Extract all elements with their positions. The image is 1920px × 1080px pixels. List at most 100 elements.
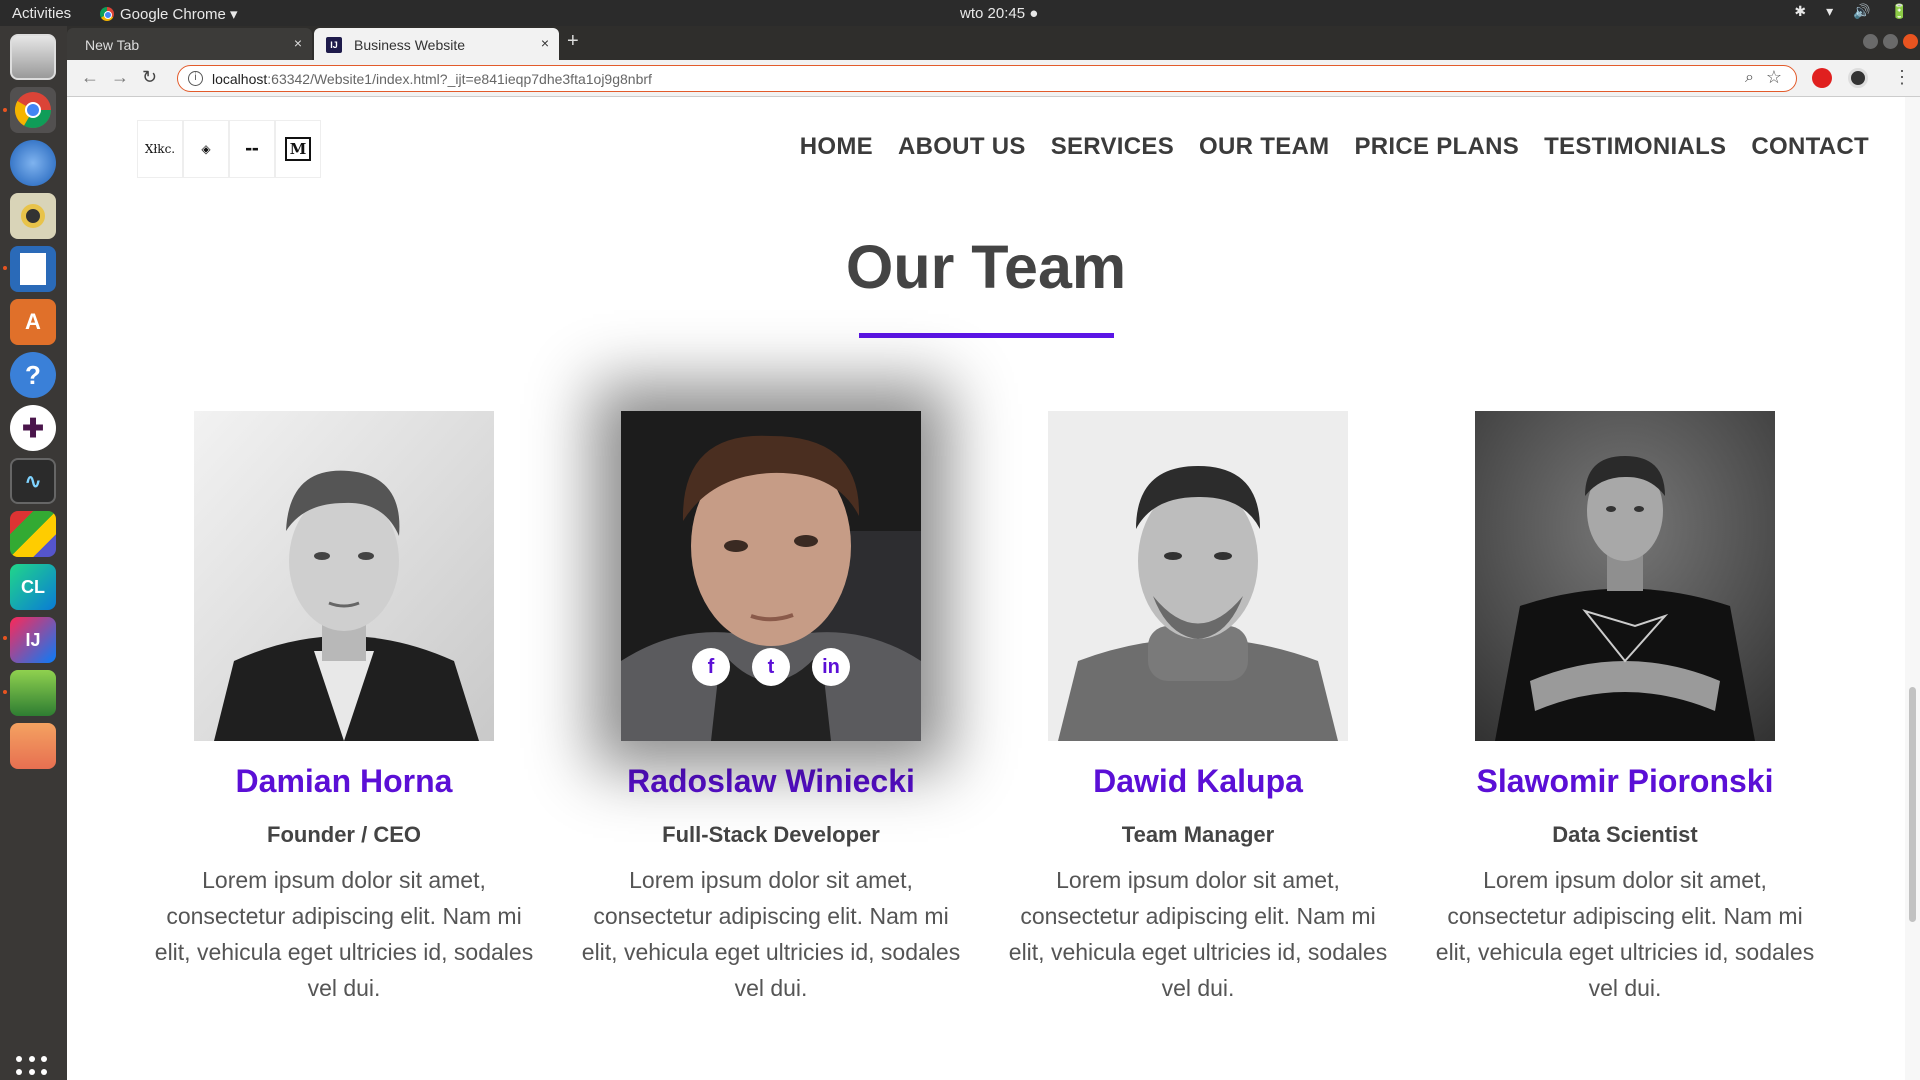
maximize-icon[interactable] <box>1883 34 1898 49</box>
slack-icon[interactable]: ✚ <box>10 405 56 451</box>
logo-2[interactable]: ◈ <box>183 120 229 178</box>
profile-avatar-icon[interactable] <box>1848 68 1868 88</box>
show-applications-icon[interactable] <box>16 1056 50 1080</box>
member-photo <box>194 411 494 741</box>
wifi-icon[interactable]: ▾ <box>1826 3 1833 20</box>
battery-icon[interactable]: 🔋 <box>1891 3 1908 20</box>
chrome-launcher-icon[interactable] <box>10 87 56 133</box>
intellij-icon[interactable]: IJ <box>10 617 56 663</box>
intellij-favicon-icon: IJ <box>326 37 342 53</box>
team-member-card: Damian Horna Founder / CEO Lorem ipsum d… <box>149 411 539 1006</box>
scrollbar-thumb[interactable] <box>1909 687 1916 922</box>
tab-new-tab[interactable]: New Tab × <box>67 28 312 60</box>
clion-icon[interactable]: CL <box>10 564 56 610</box>
help-icon[interactable]: ? <box>10 352 56 398</box>
running-indicator <box>3 108 7 112</box>
site-info-icon[interactable]: i <box>188 71 203 86</box>
system-tray[interactable]: ✱ ▾ 🔊 🔋 <box>1794 3 1908 20</box>
reload-icon[interactable]: ↻ <box>142 67 157 88</box>
bluetooth-icon[interactable]: ✱ <box>1794 3 1806 20</box>
thunderbird-icon[interactable] <box>10 140 56 186</box>
back-arrow-icon[interactable]: ← <box>81 67 99 88</box>
system-top-bar: Activities Google Chrome ▾ wto 20:45 ● ✱… <box>0 0 1920 26</box>
menu-kebab-icon[interactable]: ⋮ <box>1893 67 1911 88</box>
spreadsheet-icon[interactable] <box>10 670 56 716</box>
member-bio: Lorem ipsum dolor sit amet, consectetur … <box>1008 867 1388 1001</box>
browser-toolbar: ← → ↻ i localhost:63342/Website1/index.h… <box>67 60 1920 97</box>
member-bio: Lorem ipsum dolor sit amet, consectetur … <box>154 867 534 1001</box>
member-bio: Lorem ipsum dolor sit amet, consectetur … <box>581 867 961 1001</box>
files-cabinet-icon[interactable] <box>10 34 56 80</box>
member-role: Team Manager <box>1121 822 1275 847</box>
chrome-icon <box>100 7 114 21</box>
software-center-icon[interactable]: A <box>10 299 56 345</box>
browser-tab-strip: New Tab × IJ Business Website × + <box>67 26 1920 60</box>
nav-testimonials[interactable]: TESTIMONIALS <box>1544 133 1726 161</box>
nav-services[interactable]: SERVICES <box>1051 133 1174 161</box>
member-role: Full-Stack Developer <box>662 822 880 847</box>
address-bar[interactable]: i localhost:63342/Website1/index.html?_i… <box>177 65 1797 92</box>
page-viewport: Xłkc. ◈ ▬▬ M HOME ABOUT US SERVICES OUR … <box>67 97 1920 1080</box>
extension-icon[interactable] <box>1812 68 1832 88</box>
portrait-image <box>621 411 921 741</box>
colorful-app-icon[interactable] <box>10 511 56 557</box>
member-name: Radoslaw Winiecki <box>627 763 915 799</box>
forward-arrow-icon[interactable]: → <box>111 67 129 88</box>
section-title: Our Team <box>845 233 1127 301</box>
team-member-card-hovered[interactable]: f t in Radoslaw Winiecki Full-Stack Deve… <box>576 411 966 1006</box>
nav-price-plans[interactable]: PRICE PLANS <box>1354 133 1519 161</box>
running-indicator <box>3 266 7 270</box>
member-role: Data Scientist <box>1552 822 1698 847</box>
writer-icon[interactable] <box>10 246 56 292</box>
url-path: :63342/Website1/index.html?_ijt=e841ieqp… <box>267 71 652 87</box>
title-underline <box>859 333 1114 338</box>
running-indicator <box>3 690 7 694</box>
twitter-icon[interactable]: t <box>752 648 790 686</box>
tab-business-website[interactable]: IJ Business Website × <box>314 28 559 60</box>
page-scrollbar[interactable] <box>1905 97 1920 1080</box>
minimize-icon[interactable] <box>1863 34 1878 49</box>
portrait-image <box>1475 411 1775 741</box>
team-member-card: Dawid Kalupa Team Manager Lorem ipsum do… <box>1003 411 1393 1006</box>
launcher-dock: A ? ✚ ∿ CL IJ <box>0 26 67 1080</box>
nav-contact[interactable]: CONTACT <box>1751 133 1869 161</box>
close-icon[interactable]: × <box>294 35 302 51</box>
linkedin-icon[interactable]: in <box>812 648 850 686</box>
team-member-card: Slawomir Pioronski Data Scientist Lorem … <box>1430 411 1820 1006</box>
logo-4[interactable]: M <box>275 120 321 178</box>
member-photo: f t in <box>621 411 921 741</box>
nav-about-us[interactable]: ABOUT US <box>898 133 1026 161</box>
nav-our-team[interactable]: OUR TEAM <box>1199 133 1329 161</box>
system-monitor-icon[interactable]: ∿ <box>10 458 56 504</box>
rhythmbox-icon[interactable] <box>10 193 56 239</box>
member-bio: Lorem ipsum dolor sit amet, consectetur … <box>1435 867 1815 1001</box>
portrait-image <box>1048 411 1348 741</box>
window-close-icon[interactable] <box>1903 34 1918 49</box>
nav-home[interactable]: HOME <box>800 133 873 161</box>
clock[interactable]: wto 20:45 ● <box>960 5 1038 22</box>
volume-icon[interactable]: 🔊 <box>1853 3 1870 20</box>
close-icon[interactable]: × <box>541 35 549 51</box>
app-menu-label: Google Chrome ▾ <box>120 6 238 23</box>
member-name: Dawid Kalupa <box>1093 763 1303 799</box>
facebook-icon[interactable]: f <box>692 648 730 686</box>
tab-title: Business Website <box>354 37 466 53</box>
new-tab-button[interactable]: + <box>567 30 579 53</box>
url-host: localhost <box>212 71 268 87</box>
files-folder-icon[interactable] <box>10 723 56 769</box>
social-links: f t in <box>621 648 921 686</box>
member-photo <box>1475 411 1775 741</box>
tab-title: New Tab <box>85 37 140 53</box>
member-name: Damian Horna <box>235 763 453 799</box>
bookmark-star-icon[interactable]: ☆ <box>1766 67 1782 88</box>
logo-3[interactable]: ▬▬ <box>229 120 275 178</box>
member-photo <box>1048 411 1348 741</box>
app-menu[interactable]: Google Chrome ▾ <box>100 5 238 23</box>
zoom-icon[interactable]: ⌕ <box>1745 69 1754 87</box>
running-indicator <box>3 636 7 640</box>
logo-strip: Xłkc. ◈ ▬▬ M <box>137 120 321 178</box>
main-navigation: HOME ABOUT US SERVICES OUR TEAM PRICE PL… <box>800 133 1869 161</box>
activities-button[interactable]: Activities <box>12 5 71 22</box>
logo-1[interactable]: Xłkc. <box>137 120 183 178</box>
chrome-logo-icon <box>14 92 52 129</box>
